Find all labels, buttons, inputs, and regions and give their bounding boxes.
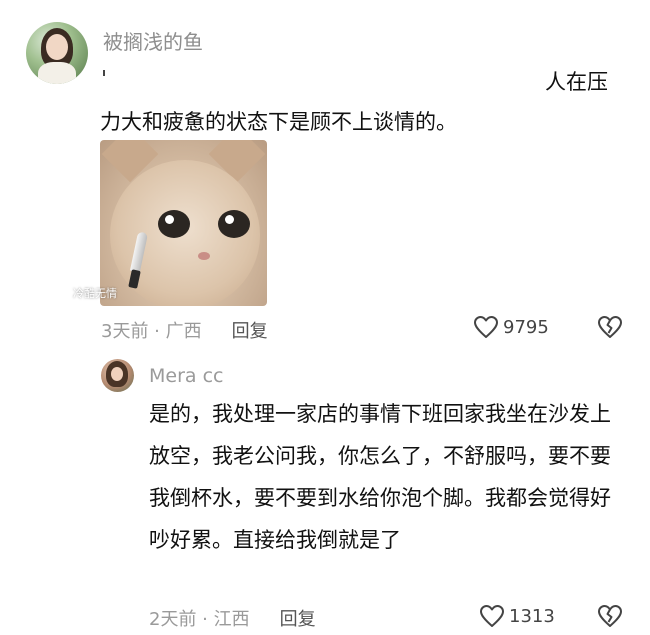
reply-button[interactable]: 回复 bbox=[232, 317, 268, 343]
comment-time-location: 3天前 · 广西 bbox=[101, 321, 202, 342]
broken-heart-icon bbox=[598, 316, 622, 338]
reply-text: 是的，我处理一家店的事情下班回家我坐在沙发上放空，我老公问我，你怎么了，不舒服吗… bbox=[149, 402, 611, 552]
dislike-button[interactable] bbox=[597, 315, 623, 343]
image-caption: 冷酷无情 bbox=[73, 287, 117, 300]
avatar-face bbox=[46, 34, 68, 60]
comment-meta: 3天前 · 广西 回复 bbox=[101, 317, 268, 343]
heart-outline-icon bbox=[480, 605, 504, 627]
reply-time-location: 2天前 · 江西 bbox=[149, 609, 250, 630]
reply-like-button[interactable]: 1313 bbox=[479, 604, 555, 628]
reply-avatar[interactable] bbox=[101, 359, 134, 392]
broken-heart-icon bbox=[598, 605, 622, 627]
commenter-avatar[interactable] bbox=[26, 22, 88, 84]
comment-image[interactable] bbox=[100, 140, 267, 306]
comment-text-line1: 人在压 bbox=[545, 70, 608, 94]
commenter-username[interactable]: 被搁浅的鱼 bbox=[103, 26, 203, 55]
cat-nose bbox=[198, 252, 210, 260]
heart-outline-icon bbox=[474, 316, 498, 338]
cat-eye-right bbox=[218, 210, 250, 238]
reply-dislike-button[interactable] bbox=[597, 604, 623, 632]
comment-text-line2: 力大和疲惫的状态下是顾不上谈情的。 bbox=[100, 110, 457, 134]
reply-reply-button[interactable]: 回复 bbox=[280, 605, 316, 631]
reply-username[interactable]: Mera cc bbox=[149, 365, 223, 387]
comment-text: 人在压 力大和疲惫的状态下是顾不上谈情的。 bbox=[100, 62, 620, 142]
like-count: 9795 bbox=[503, 316, 549, 338]
like-button[interactable]: 9795 bbox=[473, 315, 549, 339]
avatar-shoulders bbox=[38, 62, 76, 84]
reply-like-count: 1313 bbox=[509, 605, 555, 627]
cat-eye-left bbox=[158, 210, 190, 238]
avatar-face bbox=[111, 367, 123, 381]
reply-meta: 2天前 · 江西 回复 bbox=[149, 605, 316, 631]
